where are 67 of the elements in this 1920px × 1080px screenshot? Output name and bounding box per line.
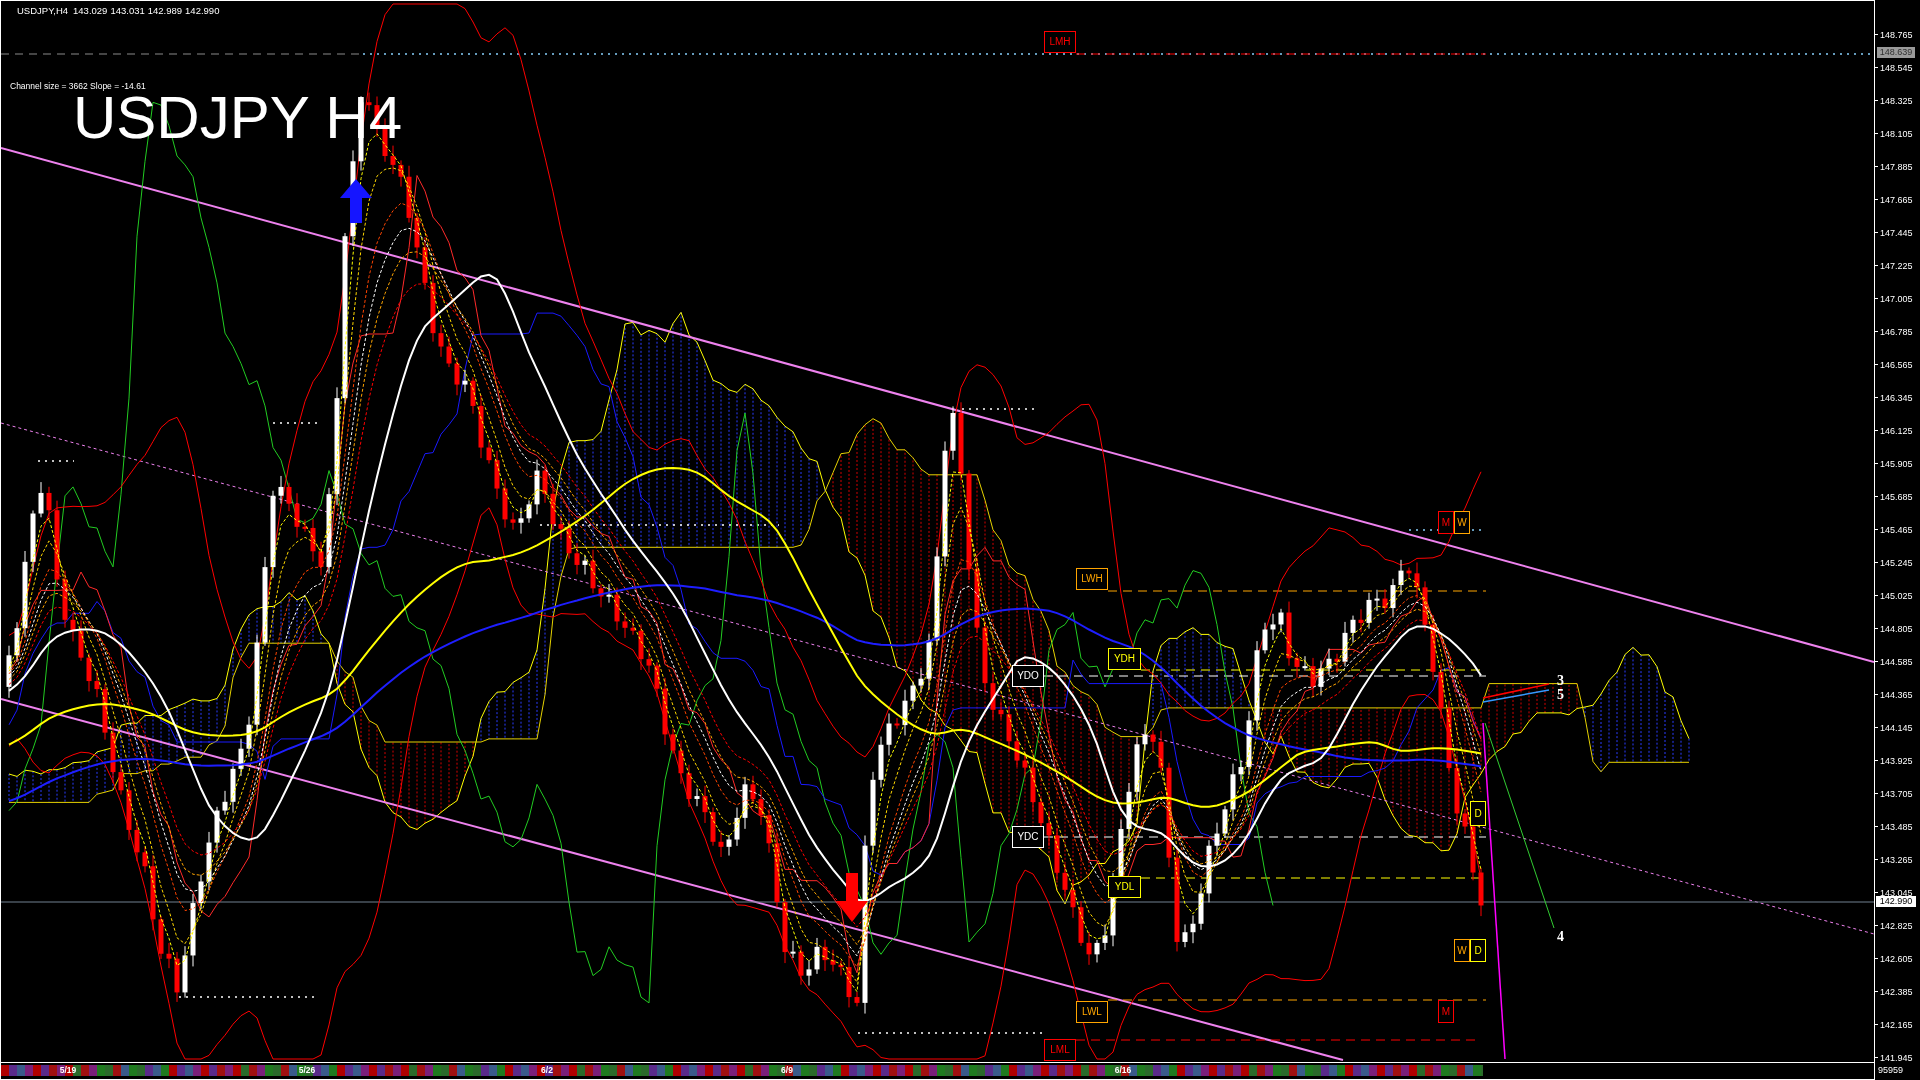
- price-tick-label: 142.165: [1880, 1019, 1913, 1030]
- price-tick-label: 143.045: [1880, 887, 1913, 898]
- price-tick-label: 146.785: [1880, 326, 1913, 337]
- price-tick-label: 144.585: [1880, 656, 1913, 667]
- price-tick-label: 144.365: [1880, 689, 1913, 700]
- ohlc-value: 143.031: [110, 5, 145, 17]
- price-tick-label: 142.605: [1880, 953, 1913, 964]
- level-label: LMH: [1044, 31, 1076, 53]
- price-tick-label: 145.025: [1880, 590, 1913, 601]
- price-tick-label: 148.765: [1880, 29, 1913, 40]
- level-label: YDC: [1012, 826, 1044, 848]
- level-label: W: [1454, 939, 1470, 962]
- price-tick-label: 146.125: [1880, 425, 1913, 436]
- price-tick-label: 148.105: [1880, 128, 1913, 139]
- level-label: D: [1470, 801, 1486, 826]
- current-price-label: 142.990: [1876, 896, 1916, 907]
- price-tick-label: 143.485: [1880, 821, 1913, 832]
- forecast-line: [1482, 683, 1550, 699]
- wave-number-label: 4: [1557, 930, 1564, 944]
- price-marker-label: 148.639: [1877, 47, 1915, 58]
- price-tick-label: 146.345: [1880, 392, 1913, 403]
- price-tick-label: 145.465: [1880, 524, 1913, 535]
- level-label: YDO: [1012, 665, 1044, 687]
- date-label: 6/9: [781, 1065, 793, 1076]
- level-label: M: [1438, 1000, 1454, 1023]
- price-tick-label: 147.665: [1880, 194, 1913, 205]
- price-tick-label: 147.005: [1880, 293, 1913, 304]
- level-label: LML: [1044, 1039, 1076, 1061]
- price-tick-label: 142.385: [1880, 986, 1913, 997]
- dotted-level-line: [37, 460, 75, 462]
- channel-info-text: Channel size = 3662 Slope = -14.61: [10, 81, 146, 92]
- price-tick-label: 148.325: [1880, 95, 1913, 106]
- ohlc-value: 143.029: [73, 5, 108, 17]
- level-label: YDL: [1108, 876, 1141, 898]
- level-label: D: [1470, 939, 1486, 962]
- price-tick-label: 146.565: [1880, 359, 1913, 370]
- date-label: 6/16: [1114, 1065, 1132, 1076]
- forecast-line: [1482, 689, 1550, 703]
- price-tick-label: 143.265: [1880, 854, 1913, 865]
- price-tick-label: 147.445: [1880, 227, 1913, 238]
- level-label: M: [1438, 511, 1454, 534]
- level-label: LWL: [1076, 1001, 1108, 1023]
- price-tick-label: 144.805: [1880, 623, 1913, 634]
- bar-count-label: 95959: [1878, 1065, 1904, 1076]
- price-tick-label: 144.145: [1880, 722, 1913, 733]
- price-tick-label: 142.825: [1880, 920, 1913, 931]
- ohlc-value: 142.989: [147, 5, 183, 17]
- price-tick-label: 148.545: [1880, 62, 1913, 73]
- level-label: W: [1454, 511, 1470, 534]
- price-tick-label: 145.905: [1880, 458, 1913, 469]
- price-tick-label: 145.245: [1880, 557, 1913, 568]
- date-label: 5/19: [59, 1065, 77, 1076]
- level-label: LWH: [1076, 568, 1108, 590]
- level-label: YDH: [1108, 648, 1141, 670]
- ohlc-value: 142.990: [185, 5, 220, 17]
- price-tick-label: 143.705: [1880, 788, 1913, 799]
- price-tick-label: 147.225: [1880, 260, 1913, 271]
- up-arrow-icon: [340, 179, 372, 223]
- symbol-label: USDJPY,H4: [17, 5, 69, 17]
- price-tick-label: 141.945: [1880, 1053, 1913, 1063]
- price-tick-label: 147.885: [1880, 161, 1913, 172]
- wave-number-label: 5: [1557, 688, 1564, 702]
- dotted-level-line: [272, 422, 320, 424]
- date-label: 5/26: [298, 1065, 316, 1076]
- price-tick-label: 143.925: [1880, 755, 1913, 766]
- down-arrow-icon: [836, 873, 868, 922]
- price-tick-label: 145.685: [1880, 491, 1913, 502]
